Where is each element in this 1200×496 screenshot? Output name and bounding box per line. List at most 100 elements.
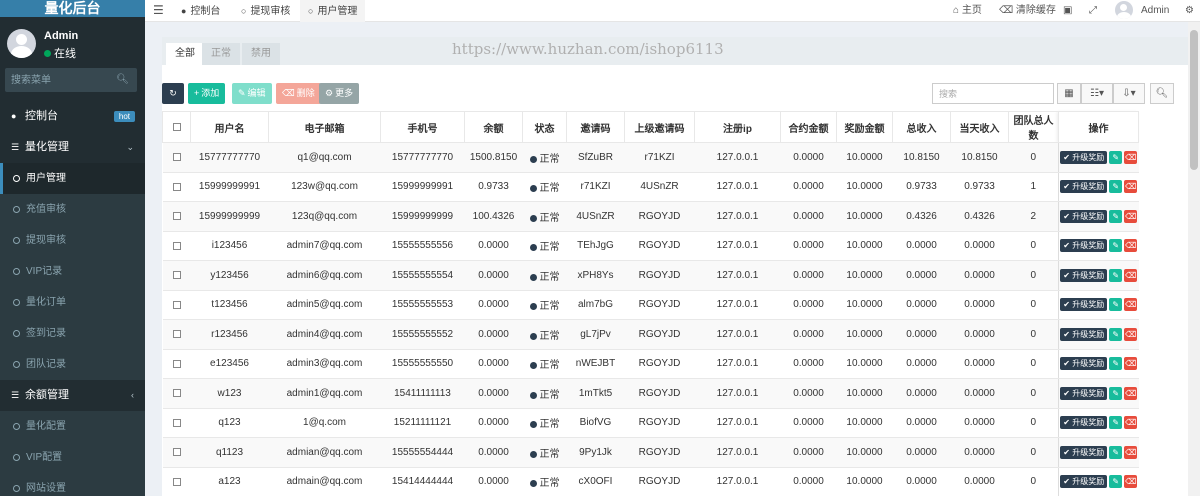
table-row[interactable]: 15999999991 123w@qq.com 15999999991 0.9733 正…	[162, 171, 1139, 202]
select-all-checkbox[interactable]	[172, 122, 181, 131]
row-checkbox[interactable]	[172, 300, 181, 309]
refresh-button[interactable]: ↻	[162, 83, 184, 104]
row-checkbox[interactable]	[172, 182, 181, 191]
clear-cache-link[interactable]: ⌫ 清除缓存	[999, 0, 1056, 22]
row-edit-button[interactable]: ✎	[1109, 357, 1123, 371]
col-contract-amount[interactable]: 合约金额	[780, 111, 837, 143]
table-row[interactable]: y123456 admin6@qq.com 15555555554 0.0000 正常 x…	[162, 260, 1139, 291]
more-button[interactable]: ⚙ 更多	[319, 83, 360, 104]
delete-button[interactable]: ⌫ 删除	[276, 83, 321, 104]
row-delete-button[interactable]: ⌫	[1124, 239, 1138, 253]
row-edit-button[interactable]: ✎	[1109, 298, 1123, 312]
col-today-income[interactable]: 当天收入	[950, 111, 1009, 143]
table-row[interactable]: a123 admain@qq.com 15414444444 0.0000 正常 cX0O…	[162, 466, 1139, 496]
row-edit-button[interactable]: ✎	[1109, 416, 1123, 430]
row-checkbox[interactable]	[172, 241, 181, 250]
col-parent-invite-code[interactable]: 上级邀请码	[624, 111, 695, 143]
sidebar-item-site-settings[interactable]: 网站设置	[0, 473, 145, 496]
row-delete-button[interactable]: ⌫	[1124, 357, 1138, 371]
row-checkbox[interactable]	[172, 359, 181, 368]
sidebar-item-recharge-review[interactable]: 充值审核	[0, 194, 145, 225]
col-username[interactable]: 用户名	[190, 111, 269, 143]
admin-name[interactable]: Admin	[1141, 0, 1169, 22]
upgrade-reward-button[interactable]: ✔ 升级奖励	[1060, 209, 1108, 223]
tab-dashboard[interactable]: ● 控制台	[173, 0, 228, 22]
row-delete-button[interactable]: ⌫	[1124, 475, 1138, 489]
table-row[interactable]: 15777777770 q1@qq.com 15777777770 1500.8150…	[162, 142, 1139, 173]
upgrade-reward-button[interactable]: ✔ 升级奖励	[1060, 357, 1108, 371]
columns-button[interactable]: ☷▾	[1081, 83, 1113, 104]
row-edit-button[interactable]: ✎	[1109, 239, 1123, 253]
hamburger-icon[interactable]: ☰	[153, 3, 164, 17]
row-delete-button[interactable]: ⌫	[1124, 268, 1138, 282]
table-row[interactable]: i123456 admin7@qq.com 15555555556 0.0000 正常 T…	[162, 230, 1139, 261]
toggle-view-button[interactable]: ▦	[1057, 83, 1081, 104]
settings-icon[interactable]: ⚙	[1185, 0, 1194, 22]
row-delete-button[interactable]: ⌫	[1124, 150, 1138, 164]
row-edit-button[interactable]: ✎	[1109, 180, 1123, 194]
fullscreen-icon[interactable]: ⤢	[1089, 0, 1097, 22]
sidebar-item-vip-config[interactable]: VIP配置	[0, 442, 145, 473]
col-total-income[interactable]: 总收入	[892, 111, 951, 143]
edit-button[interactable]: ✎ 编辑	[232, 83, 272, 104]
export-button[interactable]: ⇩▾	[1113, 83, 1145, 104]
search-icon[interactable]: 🔍︎	[116, 74, 129, 85]
row-checkbox[interactable]	[172, 330, 181, 339]
row-edit-button[interactable]: ✎	[1109, 327, 1123, 341]
row-delete-button[interactable]: ⌫	[1124, 386, 1138, 400]
row-edit-button[interactable]: ✎	[1109, 209, 1123, 223]
tab-normal[interactable]: 正常	[202, 43, 240, 65]
sidebar-item-dashboard[interactable]: ● 控制台 hot	[0, 101, 145, 132]
upgrade-reward-button[interactable]: ✔ 升级奖励	[1060, 416, 1108, 430]
upgrade-reward-button[interactable]: ✔ 升级奖励	[1060, 445, 1108, 459]
sidebar-item-quant-config[interactable]: 量化配置	[0, 411, 145, 442]
upgrade-reward-button[interactable]: ✔ 升级奖励	[1060, 475, 1108, 489]
row-edit-button[interactable]: ✎	[1109, 445, 1123, 459]
upgrade-reward-button[interactable]: ✔ 升级奖励	[1060, 268, 1108, 282]
search-toggle-button[interactable]: 🔍︎	[1150, 83, 1174, 104]
language-icon[interactable]: ▣	[1063, 0, 1072, 22]
sidebar-item-balance-manage[interactable]: ☰ 余额管理 ‹	[0, 380, 145, 411]
upgrade-reward-button[interactable]: ✔ 升级奖励	[1060, 239, 1108, 253]
table-row[interactable]: e123456 admin3@qq.com 15555555550 0.0000 正常 n…	[162, 348, 1139, 379]
brand-logo[interactable]: 量化后台	[0, 0, 145, 17]
col-team-count[interactable]: 团队总人数	[1008, 111, 1059, 143]
row-checkbox[interactable]	[172, 153, 181, 162]
home-link[interactable]: ⌂ 主页	[953, 0, 982, 22]
table-row[interactable]: q123 1@q.com 15211111121 0.0000 正常 BiofVG RGOY…	[162, 407, 1139, 438]
row-edit-button[interactable]: ✎	[1109, 386, 1123, 400]
row-checkbox[interactable]	[172, 448, 181, 457]
tab-user-manage[interactable]: ○ 用户管理	[300, 0, 366, 22]
tab-all[interactable]: 全部	[166, 43, 204, 65]
table-row[interactable]: q1123 admian@qq.com 15555554444 0.0000 正常 9Py…	[162, 437, 1139, 468]
col-register-ip[interactable]: 注册ip	[694, 111, 781, 143]
row-edit-button[interactable]: ✎	[1109, 150, 1123, 164]
sidebar-item-quant-orders[interactable]: 量化订单	[0, 287, 145, 318]
col-invite-code[interactable]: 邀请码	[566, 111, 625, 143]
row-checkbox[interactable]	[172, 477, 181, 486]
row-checkbox[interactable]	[172, 271, 181, 280]
sidebar-item-signin-records[interactable]: 签到记录	[0, 318, 145, 349]
row-delete-button[interactable]: ⌫	[1124, 327, 1138, 341]
table-row[interactable]: r123456 admin4@qq.com 15555555552 0.0000 正常 g…	[162, 319, 1139, 350]
upgrade-reward-button[interactable]: ✔ 升级奖励	[1060, 180, 1108, 194]
row-checkbox[interactable]	[172, 418, 181, 427]
table-row[interactable]: w123 admin1@qq.com 15411111113 0.0000 正常 1mTk…	[162, 378, 1139, 409]
col-phone[interactable]: 手机号	[380, 111, 465, 143]
row-checkbox[interactable]	[172, 389, 181, 398]
row-delete-button[interactable]: ⌫	[1124, 445, 1138, 459]
table-row[interactable]: 15999999999 123q@qq.com 15999999999 100.432…	[162, 201, 1139, 232]
col-status[interactable]: 状态	[522, 111, 567, 143]
scrollbar[interactable]	[1188, 22, 1200, 496]
sidebar-item-user-manage[interactable]: 用户管理	[0, 163, 145, 194]
search-input[interactable]	[932, 83, 1054, 104]
row-delete-button[interactable]: ⌫	[1124, 209, 1138, 223]
sidebar-item-quant-manage[interactable]: ☰ 量化管理 ⌄	[0, 132, 145, 163]
row-delete-button[interactable]: ⌫	[1124, 416, 1138, 430]
row-edit-button[interactable]: ✎	[1109, 475, 1123, 489]
upgrade-reward-button[interactable]: ✔ 升级奖励	[1060, 298, 1108, 312]
sidebar-item-vip-records[interactable]: VIP记录	[0, 256, 145, 287]
sidebar-item-withdraw-review[interactable]: 提现审核	[0, 225, 145, 256]
col-reward-amount[interactable]: 奖励金额	[836, 111, 893, 143]
sidebar-item-team-records[interactable]: 团队记录	[0, 349, 145, 380]
